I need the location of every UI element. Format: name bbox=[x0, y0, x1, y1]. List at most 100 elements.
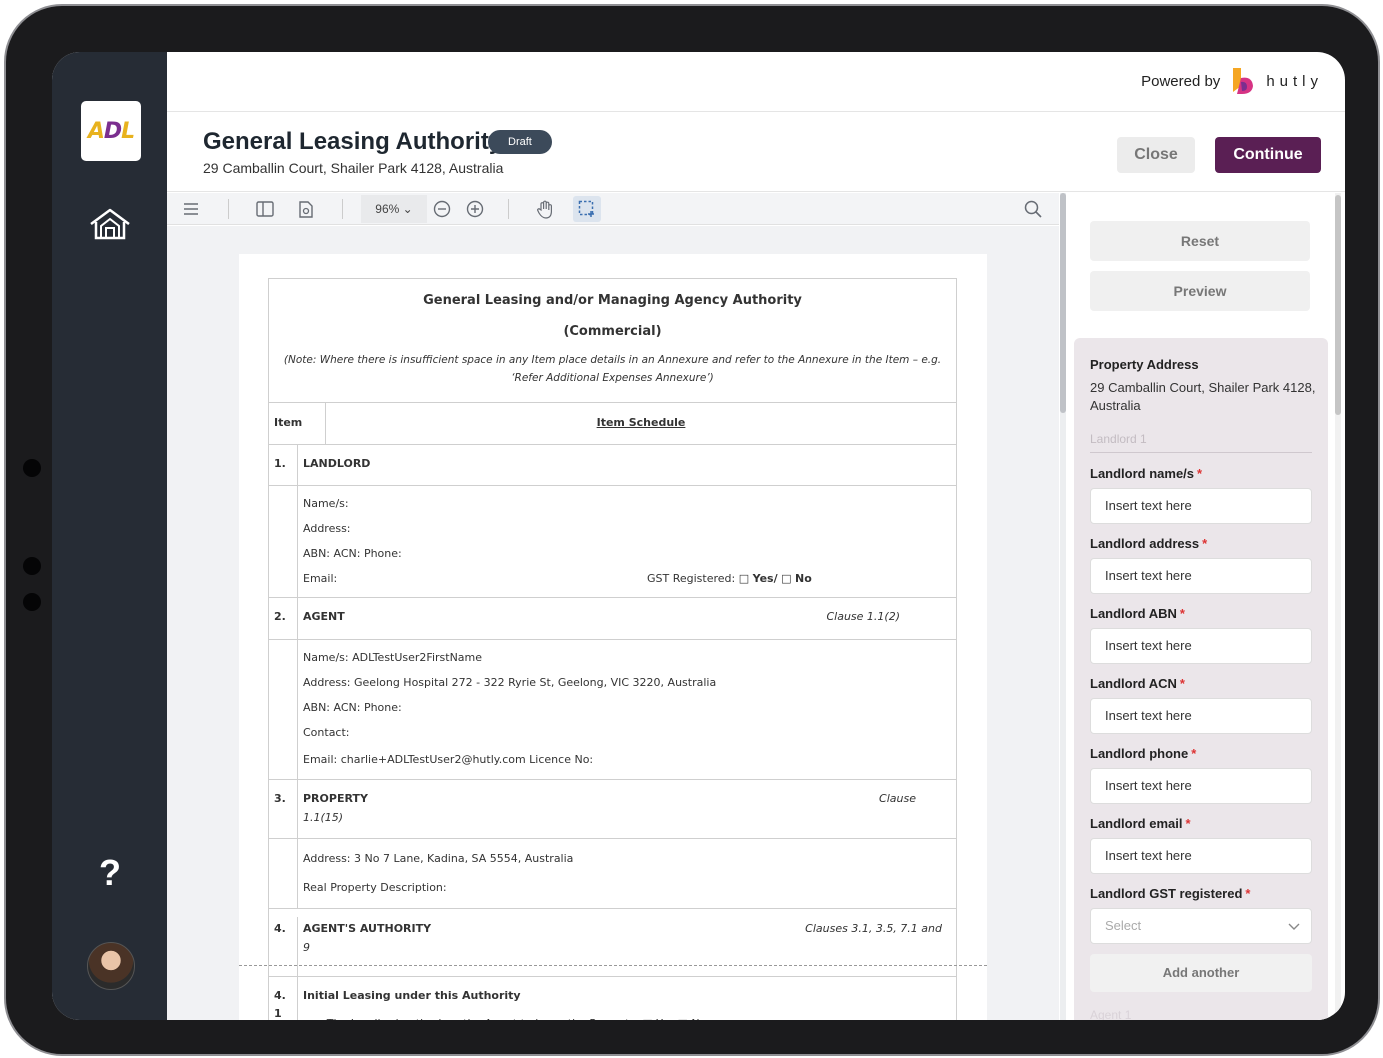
landlord-address-input[interactable]: Insert text here bbox=[1090, 558, 1312, 594]
item-title: Initial Leasing under this Authority bbox=[303, 989, 521, 1002]
zoom-in-icon[interactable] bbox=[464, 198, 486, 220]
help-icon[interactable]: ? bbox=[94, 852, 126, 896]
table-row: Item Item Schedule bbox=[269, 403, 956, 445]
field-label: Landlord name/s * bbox=[1090, 466, 1202, 481]
property-address-label: Property Address bbox=[1090, 357, 1199, 372]
field-label-text: Landlord phone bbox=[1090, 746, 1189, 761]
powered-by-text: Powered by bbox=[1141, 72, 1221, 90]
clause-ref: 1.1(15) bbox=[303, 811, 344, 824]
detail-line: Email: charlie+ADLTestUser2@hutly.com Li… bbox=[303, 753, 594, 766]
detail-line: a. The Landlord authorises the Agent to … bbox=[303, 1002, 950, 1020]
avatar[interactable] bbox=[87, 942, 135, 990]
reset-button[interactable]: Reset bbox=[1090, 221, 1310, 261]
field-label: Landlord phone * bbox=[1090, 746, 1196, 761]
hardware-button bbox=[23, 593, 41, 611]
gst-yes: Yes/ bbox=[752, 572, 778, 585]
detail-line: ABN: ACN: Phone: bbox=[303, 701, 402, 714]
toolbar-divider bbox=[228, 199, 229, 219]
landlord-gst-select[interactable]: Select bbox=[1090, 908, 1312, 944]
detail-line: Contact: bbox=[303, 726, 350, 739]
document-viewer[interactable]: General Leasing and/or Managing Agency A… bbox=[167, 226, 1059, 1020]
item-title-block: PROPERTY 1.1(15) bbox=[298, 780, 956, 824]
item-number bbox=[269, 640, 298, 779]
table-row: Name/s: Address: ABN: ACN: Phone: Email:… bbox=[269, 486, 956, 598]
add-another-button[interactable]: Add another bbox=[1090, 954, 1312, 992]
agent-details: Name/s: ADLTestUser2FirstName Address: G… bbox=[298, 640, 956, 776]
landlord-acn-input[interactable]: Insert text here bbox=[1090, 698, 1312, 734]
table-row: 3. PROPERTY 1.1(15) Clause bbox=[269, 780, 956, 839]
required-marker: * bbox=[1191, 746, 1197, 761]
landlord-abn-input[interactable]: Insert text here bbox=[1090, 628, 1312, 664]
section-heading-agent: Agent 1 bbox=[1090, 1008, 1132, 1020]
scrollbar-thumb[interactable] bbox=[1335, 195, 1341, 415]
pan-hand-icon[interactable] bbox=[534, 198, 556, 220]
zoom-select[interactable]: 96% ⌄ bbox=[361, 195, 427, 223]
table-row: 4. AGENT'S AUTHORITY 9 Clauses 3.1, 3.5,… bbox=[269, 917, 956, 977]
logo-letter: D bbox=[103, 118, 122, 144]
item-number: 1. bbox=[269, 445, 298, 485]
home-icon[interactable] bbox=[88, 207, 132, 241]
preview-button[interactable]: Preview bbox=[1090, 271, 1310, 311]
toolbar-divider bbox=[508, 199, 509, 219]
pdf-toolbar: 96% ⌄ bbox=[167, 193, 1059, 225]
property-address-value: 29 Camballin Court, Shailer Park 4128, A… bbox=[1090, 380, 1316, 413]
item-number: 2. bbox=[269, 598, 298, 639]
detail-line: Address: 3 No 7 Lane, Kadina, SA 5554, A… bbox=[303, 852, 574, 865]
document-heading: General Leasing and/or Managing Agency A… bbox=[269, 279, 956, 403]
property-form: Property Address 29 Camballin Court, Sha… bbox=[1074, 338, 1328, 1020]
item-number-text: 4. bbox=[274, 989, 286, 1002]
item-number bbox=[269, 839, 298, 908]
table-row: 2. AGENT Clause 1.1(2) bbox=[269, 598, 956, 640]
continue-button[interactable]: Continue bbox=[1215, 137, 1321, 173]
logo-letter: L bbox=[121, 118, 135, 144]
clause-ref: Clause 1.1(2) bbox=[826, 610, 900, 623]
required-marker: * bbox=[1179, 676, 1185, 691]
document-page: General Leasing and/or Managing Agency A… bbox=[239, 254, 987, 1020]
logo-letter: A bbox=[87, 118, 105, 144]
page-title: General Leasing Authority bbox=[203, 128, 503, 155]
detail-line: Address: Geelong Hospital 272 - 322 Ryri… bbox=[303, 676, 717, 689]
field-label-text: Landlord GST registered bbox=[1090, 886, 1243, 901]
item-number-text: 1 bbox=[274, 1007, 282, 1020]
item-title: LANDLORD bbox=[303, 457, 371, 470]
select-placeholder: Select bbox=[1105, 918, 1142, 933]
zoom-out-icon[interactable] bbox=[431, 198, 453, 220]
menu-icon[interactable] bbox=[180, 198, 202, 220]
select-area-icon[interactable] bbox=[573, 196, 601, 222]
field-label-text: Landlord email bbox=[1090, 816, 1183, 831]
file-settings-icon[interactable] bbox=[295, 198, 317, 220]
landlord-phone-input[interactable]: Insert text here bbox=[1090, 768, 1312, 804]
detail-line: ABN: ACN: Phone: bbox=[303, 547, 402, 560]
required-marker: * bbox=[1179, 606, 1185, 621]
document-note: (Note: Where there is insufficient space… bbox=[283, 354, 942, 384]
checkbox-box: □ bbox=[781, 572, 792, 585]
clause-ref: Clause bbox=[879, 792, 916, 805]
field-label-text: Landlord name/s bbox=[1090, 466, 1195, 481]
page-subtitle: 29 Camballin Court, Shailer Park 4128, A… bbox=[203, 160, 504, 176]
item-number: 4. 1 bbox=[269, 977, 298, 1020]
toolbar-divider bbox=[342, 199, 343, 219]
sidebar-toggle-icon[interactable] bbox=[254, 198, 276, 220]
field-label-text: Landlord address bbox=[1090, 536, 1200, 551]
field-label: Landlord address * bbox=[1090, 536, 1207, 551]
search-icon[interactable] bbox=[1022, 198, 1044, 220]
item-number bbox=[269, 486, 298, 597]
email-label: Email: bbox=[303, 572, 338, 585]
hutly-logo-icon bbox=[1233, 68, 1254, 94]
document-table: General Leasing and/or Managing Agency A… bbox=[268, 278, 957, 1020]
landlord-name-input[interactable]: Insert text here bbox=[1090, 488, 1312, 524]
panel-scrollbar[interactable] bbox=[1335, 193, 1341, 1020]
item-number: 3. bbox=[269, 780, 298, 838]
chevron-down-icon bbox=[1288, 923, 1300, 930]
required-marker: * bbox=[1185, 816, 1191, 831]
page-header: General Leasing Authority Draft 29 Camba… bbox=[167, 112, 1345, 192]
gst-label: GST Registered: □ bbox=[647, 572, 750, 585]
required-marker: * bbox=[1197, 466, 1203, 481]
item-title: PROPERTY bbox=[303, 792, 368, 805]
landlord-email-input[interactable]: Insert text here bbox=[1090, 838, 1312, 874]
detail-line: Email: GST Registered: □ Yes/ □ No bbox=[303, 572, 950, 597]
adl-logo[interactable]: ADL bbox=[81, 101, 141, 161]
tablet-frame: ADL ? Powered by hutly General Leasing A… bbox=[4, 4, 1380, 1056]
hutly-brand-text: hutly bbox=[1266, 72, 1323, 90]
close-button[interactable]: Close bbox=[1117, 137, 1195, 173]
